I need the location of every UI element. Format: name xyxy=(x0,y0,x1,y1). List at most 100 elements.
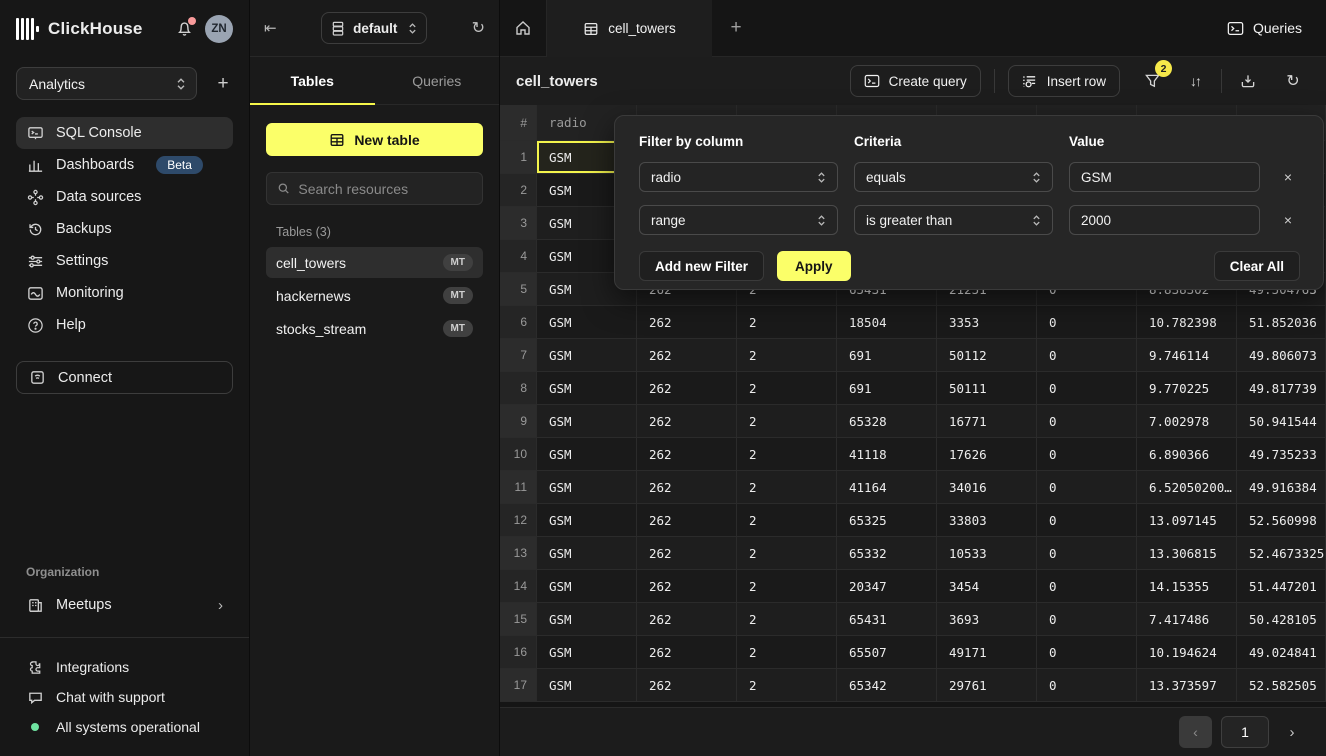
table-cell[interactable]: 2 xyxy=(737,603,837,636)
table-cell[interactable]: GSM xyxy=(537,471,637,504)
table-cell[interactable]: 65332 xyxy=(837,537,937,570)
table-cell[interactable]: 65431 xyxy=(837,603,937,636)
table-cell[interactable]: 262 xyxy=(637,372,737,405)
table-cell[interactable]: 29761 xyxy=(937,669,1037,702)
filter-column-select-0[interactable]: radio xyxy=(639,162,838,192)
table-cell[interactable]: 52.582505 xyxy=(1237,669,1326,702)
table-cell[interactable]: 41118 xyxy=(837,438,937,471)
table-cell[interactable]: 3454 xyxy=(937,570,1037,603)
apply-filter-button[interactable]: Apply xyxy=(777,251,851,281)
table-cell[interactable]: 262 xyxy=(637,636,737,669)
table-cell[interactable]: 49.806073 xyxy=(1237,339,1326,372)
current-page-button[interactable]: 1 xyxy=(1221,716,1269,748)
table-cell[interactable]: 0 xyxy=(1037,570,1137,603)
add-workspace-button[interactable]: + xyxy=(213,73,233,95)
table-cell[interactable]: 0 xyxy=(1037,504,1137,537)
table-cell[interactable]: GSM xyxy=(537,504,637,537)
table-cell[interactable]: 6.52050200… xyxy=(1137,471,1237,504)
remove-filter-1-button[interactable]: × xyxy=(1276,212,1300,228)
refresh-tables-icon[interactable]: ↻ xyxy=(472,18,485,38)
table-cell[interactable]: 2 xyxy=(737,504,837,537)
sidebar-item-settings[interactable]: Settings xyxy=(16,245,233,277)
table-cell[interactable]: 262 xyxy=(637,405,737,438)
table-cell[interactable]: 65325 xyxy=(837,504,937,537)
table-cell[interactable]: 65342 xyxy=(837,669,937,702)
add-new-filter-button[interactable]: Add new Filter xyxy=(639,251,764,281)
table-cell[interactable]: 262 xyxy=(637,537,737,570)
workspace-select[interactable]: Analytics xyxy=(16,67,197,100)
sidebar-item-chat-support[interactable]: Chat with support xyxy=(16,682,233,712)
table-cell[interactable]: GSM xyxy=(537,603,637,636)
table-cell[interactable]: 10533 xyxy=(937,537,1037,570)
table-cell[interactable]: 50111 xyxy=(937,372,1037,405)
table-cell[interactable]: 262 xyxy=(637,669,737,702)
table-cell[interactable]: GSM xyxy=(537,537,637,570)
table-cell[interactable]: 49.024841 xyxy=(1237,636,1326,669)
table-cell[interactable]: 13.097145 xyxy=(1137,504,1237,537)
home-button[interactable] xyxy=(500,0,547,56)
table-cell[interactable]: 49.817739 xyxy=(1237,372,1326,405)
sidebar-item-backups[interactable]: Backups xyxy=(16,213,233,245)
sidebar-item-integrations[interactable]: Integrations xyxy=(16,652,233,682)
table-cell[interactable]: GSM xyxy=(537,372,637,405)
table-cell[interactable]: 2 xyxy=(737,570,837,603)
table-cell[interactable]: 0 xyxy=(1037,306,1137,339)
table-cell[interactable]: GSM xyxy=(537,636,637,669)
filter-criteria-select-0[interactable]: equals xyxy=(854,162,1053,192)
table-list-item-hackernews[interactable]: hackernews MT xyxy=(266,280,483,311)
table-cell[interactable]: 49171 xyxy=(937,636,1037,669)
table-cell[interactable]: 2 xyxy=(737,636,837,669)
sidebar-item-sql-console[interactable]: SQL Console xyxy=(16,117,233,149)
table-cell[interactable]: 0 xyxy=(1037,603,1137,636)
table-cell[interactable]: 0 xyxy=(1037,405,1137,438)
create-query-button[interactable]: Create query xyxy=(850,65,981,97)
sort-button[interactable]: ↓↑ xyxy=(1182,68,1208,94)
filter-criteria-select-1[interactable]: is greater than xyxy=(854,205,1053,235)
table-cell[interactable]: 50.428105 xyxy=(1237,603,1326,636)
table-cell[interactable]: GSM xyxy=(537,669,637,702)
table-cell[interactable]: 41164 xyxy=(837,471,937,504)
next-page-button[interactable]: › xyxy=(1278,716,1306,748)
table-cell[interactable]: 65328 xyxy=(837,405,937,438)
table-list-item-stocks-stream[interactable]: stocks_stream MT xyxy=(266,313,483,344)
table-cell[interactable]: 17626 xyxy=(937,438,1037,471)
remove-filter-0-button[interactable]: × xyxy=(1276,169,1300,185)
refresh-button[interactable]: ↻ xyxy=(1280,68,1306,94)
table-cell[interactable]: 10.782398 xyxy=(1137,306,1237,339)
table-cell[interactable]: 262 xyxy=(637,603,737,636)
avatar[interactable]: ZN xyxy=(205,15,233,43)
table-cell[interactable]: 262 xyxy=(637,339,737,372)
sidebar-item-data-sources[interactable]: Data sources xyxy=(16,181,233,213)
clear-all-filters-button[interactable]: Clear All xyxy=(1214,251,1300,281)
table-cell[interactable]: 50.941544 xyxy=(1237,405,1326,438)
table-cell[interactable]: 2 xyxy=(737,405,837,438)
table-cell[interactable]: 262 xyxy=(637,438,737,471)
table-cell[interactable]: 49.735233 xyxy=(1237,438,1326,471)
table-cell[interactable]: 52.4673325 xyxy=(1237,537,1326,570)
new-tab-button[interactable]: + xyxy=(712,0,760,56)
table-cell[interactable]: 2 xyxy=(737,438,837,471)
table-cell[interactable]: 7.417486 xyxy=(1137,603,1237,636)
table-cell[interactable]: 9.746114 xyxy=(1137,339,1237,372)
table-cell[interactable]: 52.560998 xyxy=(1237,504,1326,537)
table-cell[interactable]: GSM xyxy=(537,306,637,339)
table-cell[interactable]: 262 xyxy=(637,504,737,537)
table-cell[interactable]: 20347 xyxy=(837,570,937,603)
table-cell[interactable]: 13.373597 xyxy=(1137,669,1237,702)
table-cell[interactable]: GSM xyxy=(537,339,637,372)
insert-row-button[interactable]: Insert row xyxy=(1008,65,1120,97)
table-cell[interactable]: 3353 xyxy=(937,306,1037,339)
table-cell[interactable]: 51.447201 xyxy=(1237,570,1326,603)
filter-button[interactable]: 2 xyxy=(1139,68,1165,94)
new-table-button[interactable]: New table xyxy=(266,123,483,156)
sidebar-item-dashboards[interactable]: Dashboards Beta xyxy=(16,149,233,181)
sidebar-item-help[interactable]: Help xyxy=(16,309,233,341)
table-cell[interactable]: 0 xyxy=(1037,438,1137,471)
table-cell[interactable]: GSM xyxy=(537,405,637,438)
notifications-button[interactable] xyxy=(175,19,195,39)
table-list-item-cell-towers[interactable]: cell_towers MT xyxy=(266,247,483,278)
database-select[interactable]: default xyxy=(321,12,427,44)
table-cell[interactable]: 691 xyxy=(837,372,937,405)
table-cell[interactable]: GSM xyxy=(537,438,637,471)
table-cell[interactable]: 0 xyxy=(1037,636,1137,669)
